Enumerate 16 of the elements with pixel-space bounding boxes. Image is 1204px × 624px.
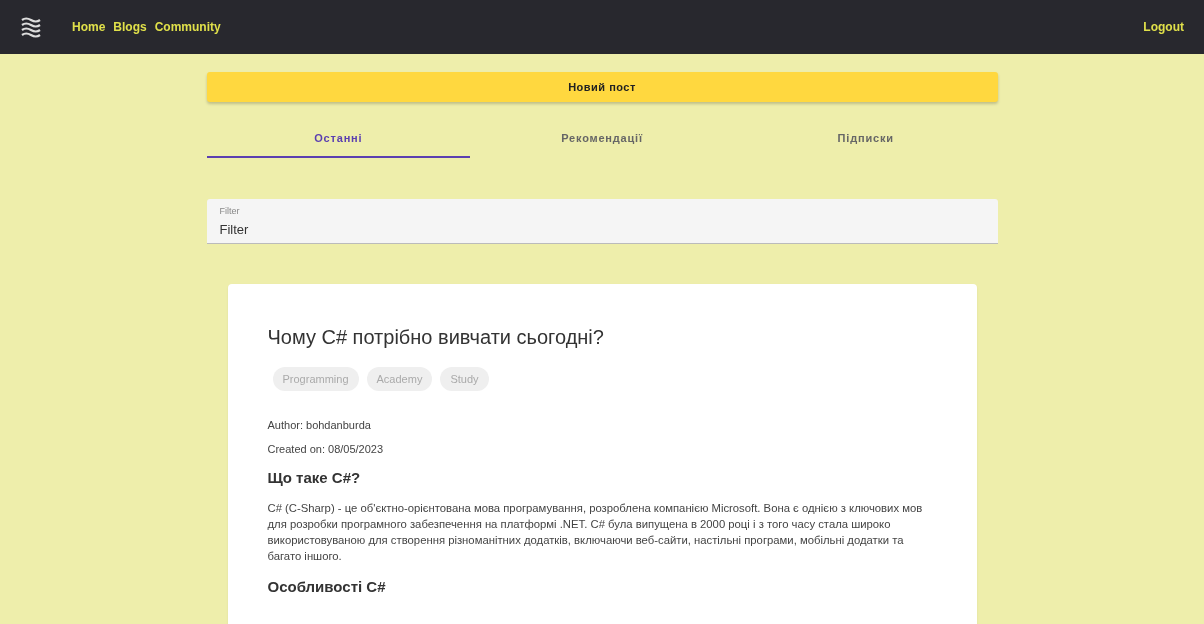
nav-link[interactable]: Blogs [113,20,147,34]
logo-icon[interactable] [20,16,42,38]
tab[interactable]: Підписки [733,120,998,158]
section-heading: Що таке C#? [267,469,362,486]
section-paragraph: C# (C-Sharp) - це об'єктно-орієнтована мова програмування, розроблена компанією Microsoft. Вона є однією з ключових мов для розробки програмного забезпечення на платформі .NET. C# була випущена в 2000 році і з того часу стала широко використовуваною для створення різноманітних додатків, включаючи веб-сайти, настільні програми, мобільні додатки та багато іншого. [267,501,924,564]
tab[interactable]: Останні [206,120,471,158]
nav-link[interactable]: Community [154,20,221,34]
logout-link[interactable]: Logout [1143,20,1184,34]
post-title: Чому C# потрібно вивчати сьогодні? [267,326,605,349]
author-text: Author: bohdanburda [267,419,372,431]
nav-link[interactable]: Home [72,20,106,34]
section-heading: Особливості C# [267,578,387,595]
new-post-button[interactable]: Новий пост [206,72,998,102]
floating-label: Filter [219,206,240,216]
created-date: Created on: 08/05/2023 [267,443,385,455]
tab[interactable]: Рекомендації [470,120,734,158]
